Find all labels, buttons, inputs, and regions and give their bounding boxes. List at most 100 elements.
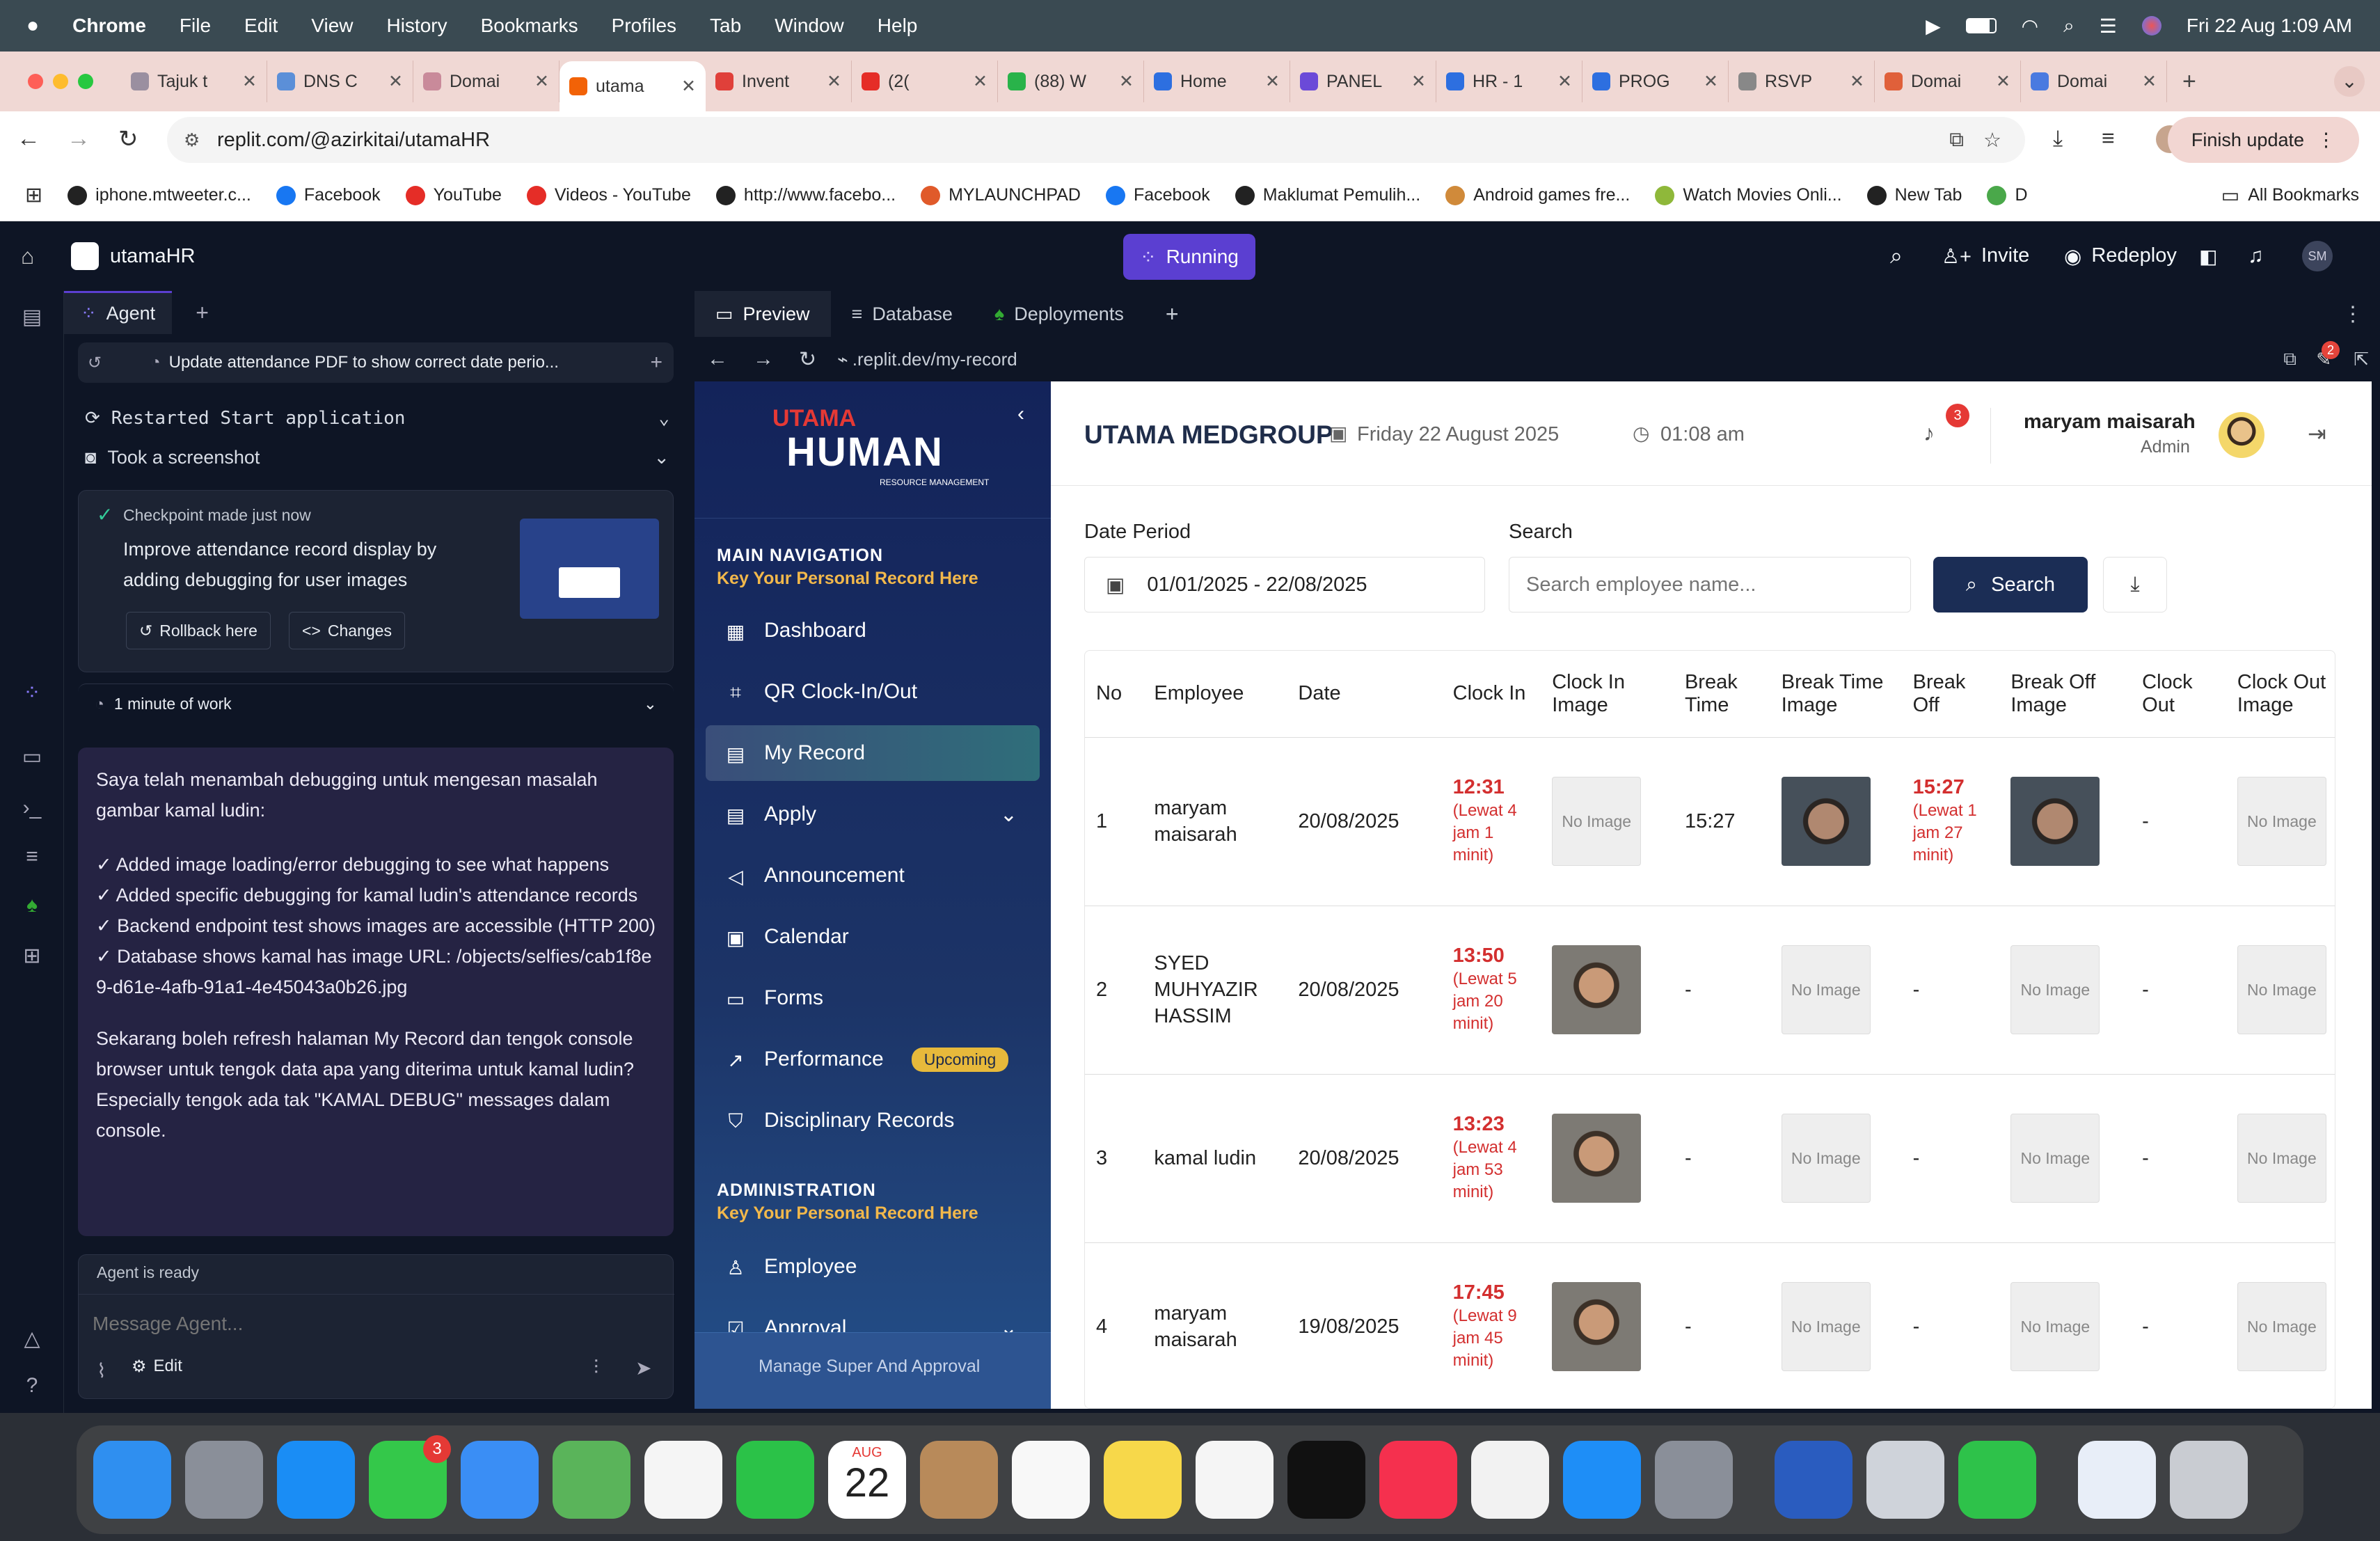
word-icon[interactable] — [1775, 1441, 1853, 1519]
facetime-icon[interactable] — [736, 1441, 814, 1519]
close-tab-icon[interactable]: ✕ — [242, 71, 257, 92]
selfie-thumbnail[interactable] — [2010, 777, 2100, 866]
bookmark-item[interactable]: http://www.facebo... — [715, 185, 896, 205]
new-tab-icon[interactable]: + — [2182, 68, 2196, 95]
redeploy-button[interactable]: ◉ Redeploy — [2064, 244, 2177, 269]
changes-button[interactable]: <> Changes — [289, 612, 405, 649]
music-icon[interactable] — [1379, 1441, 1457, 1519]
bell-icon[interactable]: ♫ — [2248, 244, 2264, 268]
bookmark-item[interactable]: Watch Movies Onli... — [1655, 185, 1842, 205]
browser-tab[interactable]: PROG ✕ — [1582, 61, 1729, 102]
sliders-icon[interactable]: ⫶ — [594, 1357, 598, 1380]
siri-icon[interactable] — [2141, 16, 2161, 35]
checkpoint-thumbnail[interactable] — [520, 519, 659, 619]
files-icon[interactable]: ▤ — [18, 305, 46, 333]
notes-icon[interactable] — [1104, 1441, 1182, 1519]
collapse-sidebar-icon[interactable]: ‹ — [1017, 402, 1024, 426]
selfie-thumbnail[interactable] — [1552, 1114, 1642, 1203]
rollback-button[interactable]: ↺ Rollback here — [126, 612, 271, 649]
sidebar-item-disciplinary-records[interactable]: ⛉ Disciplinary Records — [706, 1093, 1040, 1148]
date-period-picker[interactable]: ▣ 01/01/2025 - 22/08/2025 — [1084, 557, 1485, 613]
browser-tab[interactable]: Home ✕ — [1144, 61, 1290, 102]
browser-tab[interactable]: Domai ✕ — [413, 61, 560, 102]
browser-tab[interactable]: Tajuk t ✕ — [121, 61, 267, 102]
invite-button[interactable]: ♙+ Invite — [1942, 244, 2029, 269]
devices-icon[interactable]: ⧉ — [2283, 348, 2296, 370]
menu-help[interactable]: Help — [878, 15, 918, 37]
menu-bookmarks[interactable]: Bookmarks — [481, 15, 578, 37]
appstore-icon[interactable] — [1563, 1441, 1641, 1519]
appletv-icon[interactable] — [1287, 1441, 1365, 1519]
close-window-button[interactable] — [28, 74, 43, 89]
selfie-thumbnail[interactable] — [1781, 777, 1871, 866]
mail-icon[interactable] — [461, 1441, 539, 1519]
edit-mode-button[interactable]: ⚙ Edit — [132, 1357, 182, 1377]
safari-icon[interactable] — [277, 1441, 355, 1519]
bookmark-item[interactable]: YouTube — [405, 185, 502, 205]
apple-icon[interactable]: ● — [26, 14, 39, 38]
bookmark-item[interactable]: iphone.mtweeter.c... — [68, 185, 251, 205]
bookmark-item[interactable]: D — [1987, 185, 2028, 205]
menu-datetime[interactable]: Fri 22 Aug 1:09 AM — [2187, 15, 2352, 37]
bookmark-item[interactable]: New Tab — [1866, 185, 1962, 205]
run-status-button[interactable]: ⁘ Running — [1123, 234, 1255, 280]
browser-tab[interactable]: PANEL ✕ — [1290, 61, 1436, 102]
tools-grid-icon[interactable]: ⊞ — [18, 944, 46, 972]
back-icon[interactable]: ← — [17, 125, 40, 152]
menu-file[interactable]: File — [180, 15, 211, 37]
menu-profiles[interactable]: Profiles — [612, 15, 676, 37]
control-center-icon[interactable]: ☰ — [2100, 15, 2117, 38]
preview-icon[interactable]: ▭ — [18, 745, 46, 773]
menu-history[interactable]: History — [386, 15, 447, 37]
new-tab-plus-icon[interactable]: + — [196, 300, 209, 326]
bookmark-item[interactable]: Videos - YouTube — [526, 185, 691, 205]
message-agent-input[interactable] — [93, 1306, 649, 1341]
logout-icon[interactable]: ⇥ — [2308, 420, 2326, 447]
work-time-row[interactable]: ◔ 1 minute of work ⌄ — [78, 683, 674, 724]
launchpad-icon[interactable] — [185, 1441, 263, 1519]
add-tab-icon[interactable]: + — [1166, 301, 1179, 327]
close-tab-icon[interactable]: ✕ — [534, 71, 549, 92]
table-row[interactable]: 4 maryam maisarah 19/08/2025 17:45 (Lewat 9 … — [1085, 1242, 2335, 1408]
selfie-thumbnail[interactable] — [1552, 1282, 1642, 1371]
messages-icon[interactable]: 3 — [369, 1435, 451, 1519]
reload-icon[interactable]: ↻ — [118, 125, 138, 153]
numbers-icon[interactable] — [1958, 1441, 2036, 1519]
maps-icon[interactable] — [553, 1441, 630, 1519]
attach-icon[interactable]: ⌇ — [97, 1359, 106, 1382]
menu-view[interactable]: View — [311, 15, 353, 37]
close-tab-icon[interactable]: ✕ — [973, 71, 987, 92]
bookmark-item[interactable]: MYLAUNCHPAD — [921, 185, 1081, 205]
documents-stack-icon[interactable] — [2078, 1441, 2156, 1519]
search-employee-input[interactable] — [1509, 557, 1911, 613]
bookmark-star-icon[interactable]: ☆ — [1983, 128, 2001, 152]
spotlight-icon[interactable]: ⌕ — [2063, 15, 2074, 38]
address-text[interactable]: replit.com/@azirkitai/utamaHR — [217, 129, 490, 152]
apps-grid-icon[interactable]: ⊞ — [25, 183, 42, 207]
browser-tab[interactable]: HR - 1 ✕ — [1436, 61, 1582, 102]
address-bar[interactable]: ⚙ replit.com/@azirkitai/utamaHR ⧉ ☆ — [167, 117, 2025, 163]
search-button[interactable]: ⌕ Search — [1933, 557, 2088, 613]
close-tab-icon[interactable]: ✕ — [1996, 71, 2010, 92]
browser-tab[interactable]: DNS C ✕ — [267, 61, 413, 102]
all-bookmarks-button[interactable]: ▭ All Bookmarks — [2221, 184, 2359, 207]
notification-bell-icon[interactable]: ♪ — [1923, 420, 1935, 446]
browser-tab[interactable]: (2(✕ — [852, 61, 998, 102]
shell-icon[interactable]: ›_ — [18, 796, 46, 824]
close-tab-icon[interactable]: ✕ — [1265, 71, 1280, 92]
window-icon[interactable]: ◧ — [2199, 245, 2217, 268]
zoom-window-button[interactable] — [78, 74, 93, 89]
browser-tab[interactable]: Invent ✕ — [706, 61, 852, 102]
sidebar-item-employee[interactable]: ♙ Employee — [706, 1239, 1040, 1295]
settings-icon[interactable] — [1655, 1441, 1733, 1519]
tab-preview[interactable]: ▭ Preview — [695, 291, 831, 337]
database-icon[interactable]: ≡ — [18, 845, 46, 873]
bookmark-item[interactable]: Facebook — [276, 185, 381, 205]
history-icon[interactable]: ↺ — [88, 353, 102, 373]
agent-task-title[interactable]: Update attendance PDF to show correct da… — [169, 353, 559, 372]
menu-app-name[interactable]: Chrome — [72, 15, 146, 37]
preview-reload-icon[interactable]: ↻ — [799, 347, 816, 372]
sidebar-item-calendar[interactable]: ▣ Calendar — [706, 909, 1040, 965]
event-restart[interactable]: ⟳ Restarted Start application ⌄ — [85, 408, 669, 429]
photos-icon[interactable] — [644, 1441, 722, 1519]
